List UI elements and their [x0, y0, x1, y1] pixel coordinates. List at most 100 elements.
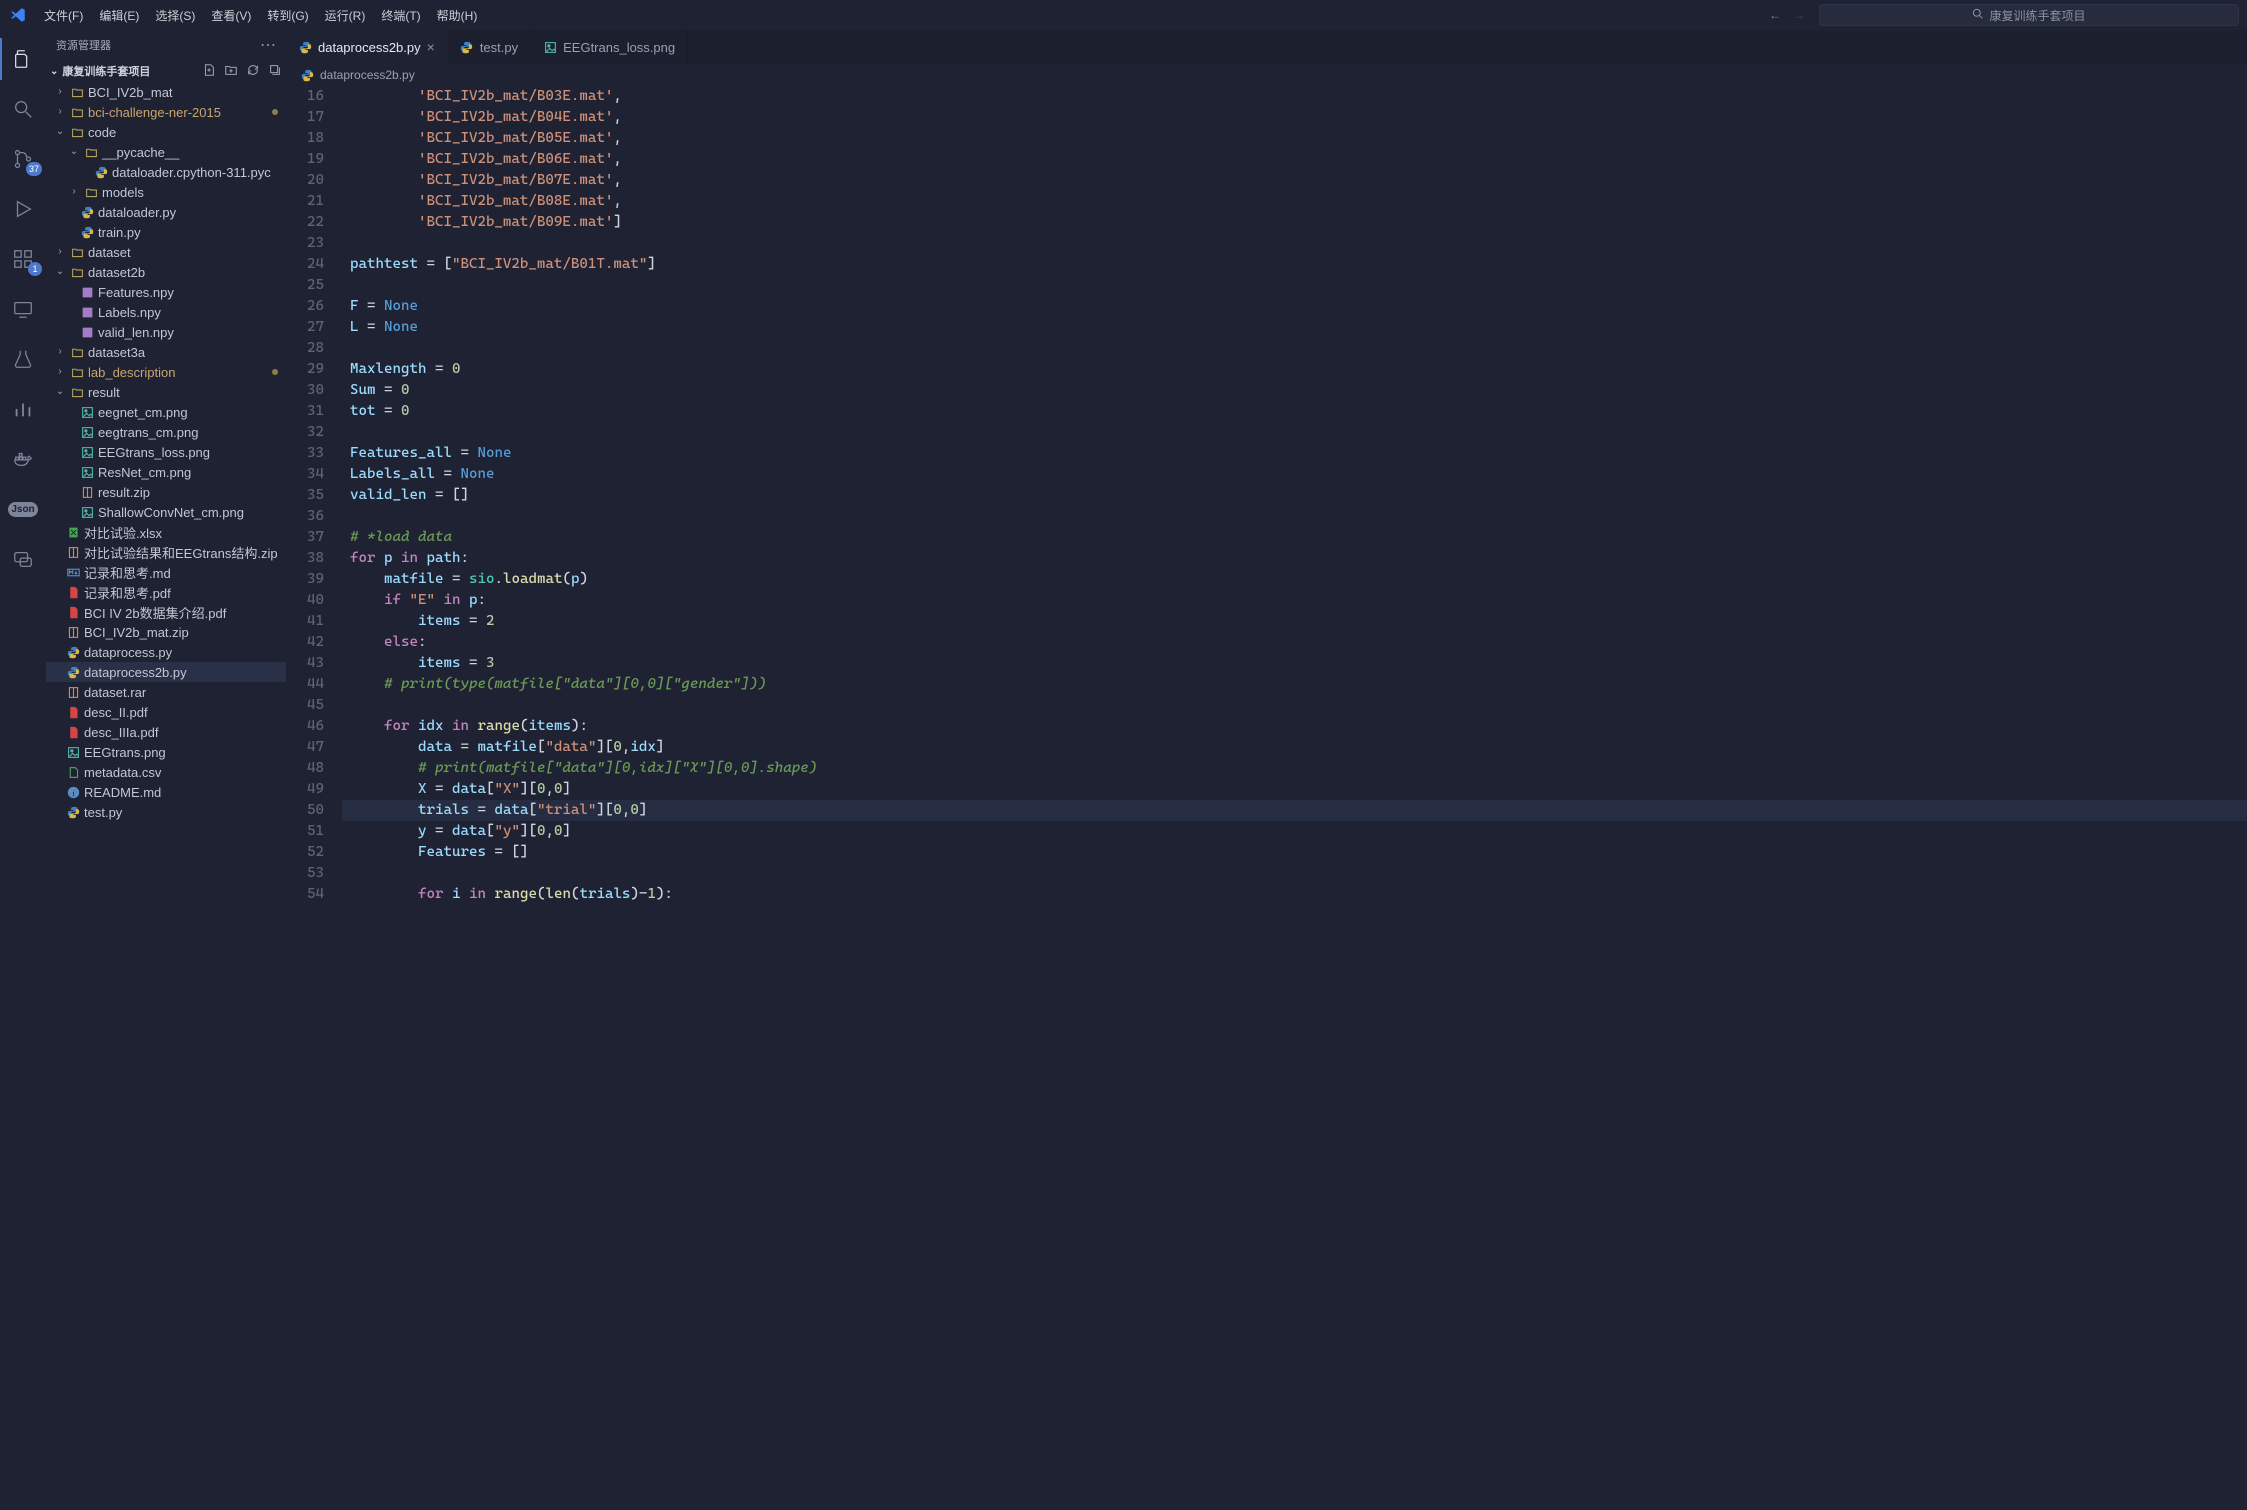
activity-json[interactable]: Json	[0, 488, 46, 530]
activity-testing[interactable]	[0, 338, 46, 380]
editor-tab[interactable]: test.py	[448, 30, 531, 64]
activity-graphs[interactable]	[0, 388, 46, 430]
folder-item[interactable]: ⌄dataset2b	[46, 262, 286, 282]
code-line[interactable]: 'BCI_IV2b_mat/B07E.mat',	[342, 170, 2247, 191]
file-item[interactable]: desc_IIIa.pdf	[46, 722, 286, 742]
file-item[interactable]: Features.npy	[46, 282, 286, 302]
file-item[interactable]: BCI_IV2b_mat.zip	[46, 622, 286, 642]
code-line[interactable]: Features = []	[342, 842, 2247, 863]
command-center[interactable]: 康复训练手套项目	[1819, 4, 2239, 26]
code-line[interactable]: else:	[342, 632, 2247, 653]
menu-item[interactable]: 查看(V)	[203, 3, 259, 28]
close-icon[interactable]: ×	[427, 39, 435, 55]
activity-run-debug[interactable]	[0, 188, 46, 230]
file-item[interactable]: dataprocess.py	[46, 642, 286, 662]
file-item[interactable]: train.py	[46, 222, 286, 242]
editor-tab[interactable]: dataprocess2b.py×	[286, 30, 448, 64]
menu-item[interactable]: 转到(G)	[259, 3, 316, 28]
file-item[interactable]: iREADME.md	[46, 782, 286, 802]
code-line[interactable]: data = matfile["data"][0,idx]	[342, 737, 2247, 758]
new-file-icon[interactable]	[202, 63, 216, 80]
file-item[interactable]: 记录和思考.md	[46, 562, 286, 582]
code-line[interactable]: 'BCI_IV2b_mat/B04E.mat',	[342, 107, 2247, 128]
file-item[interactable]: ShallowConvNet_cm.png	[46, 502, 286, 522]
folder-item[interactable]: ⌄__pycache__	[46, 142, 286, 162]
code-line[interactable]: # print(matfile["data"][0,idx]["X"][0,0]…	[342, 758, 2247, 779]
code-line[interactable]: Labels_all = None	[342, 464, 2247, 485]
code-content[interactable]: 'BCI_IV2b_mat/B03E.mat', 'BCI_IV2b_mat/B…	[342, 86, 2247, 1510]
nav-forward-icon[interactable]: →	[1793, 8, 1805, 22]
code-line[interactable]: for i in range(len(trials)-1):	[342, 884, 2247, 905]
menu-item[interactable]: 选择(S)	[147, 3, 203, 28]
file-item[interactable]: eegtrans_cm.png	[46, 422, 286, 442]
folder-item[interactable]: ›dataset	[46, 242, 286, 262]
code-line[interactable]	[342, 422, 2247, 443]
code-line[interactable]: tot = 0	[342, 401, 2247, 422]
activity-search[interactable]	[0, 88, 46, 130]
activity-source-control[interactable]: 37	[0, 138, 46, 180]
menu-item[interactable]: 文件(F)	[36, 3, 91, 28]
new-folder-icon[interactable]	[224, 63, 238, 80]
code-line[interactable]: y = data["y"][0,0]	[342, 821, 2247, 842]
folder-item[interactable]: ⌄result	[46, 382, 286, 402]
activity-remote[interactable]	[0, 288, 46, 330]
file-item[interactable]: 记录和思考.pdf	[46, 582, 286, 602]
code-line[interactable]	[342, 275, 2247, 296]
editor-tab[interactable]: EEGtrans_loss.png	[531, 30, 688, 64]
file-item[interactable]: result.zip	[46, 482, 286, 502]
file-item[interactable]: test.py	[46, 802, 286, 822]
code-line[interactable]: Sum = 0	[342, 380, 2247, 401]
file-item[interactable]: EEGtrans.png	[46, 742, 286, 762]
code-line[interactable]: 'BCI_IV2b_mat/B05E.mat',	[342, 128, 2247, 149]
code-line[interactable]: Maxlength = 0	[342, 359, 2247, 380]
activity-extensions[interactable]: 1	[0, 238, 46, 280]
code-line[interactable]: matfile = sio.loadmat(p)	[342, 569, 2247, 590]
breadcrumb[interactable]: dataprocess2b.py	[286, 64, 2247, 86]
code-line[interactable]: valid_len = []	[342, 485, 2247, 506]
code-line[interactable]: # *load data	[342, 527, 2247, 548]
file-item[interactable]: Labels.npy	[46, 302, 286, 322]
code-line[interactable]	[342, 506, 2247, 527]
menu-item[interactable]: 终端(T)	[373, 3, 428, 28]
file-item[interactable]: metadata.csv	[46, 762, 286, 782]
file-item[interactable]: 对比试验.xlsx	[46, 522, 286, 542]
folder-item[interactable]: ›BCI_IV2b_mat	[46, 82, 286, 102]
folder-item[interactable]: ›models	[46, 182, 286, 202]
menu-item[interactable]: 帮助(H)	[429, 3, 486, 28]
file-item[interactable]: 对比试验结果和EEGtrans结构.zip	[46, 542, 286, 562]
explorer-more-icon[interactable]: ⋯	[260, 35, 276, 55]
code-line[interactable]: Features_all = None	[342, 443, 2247, 464]
file-item[interactable]: dataprocess2b.py	[46, 662, 286, 682]
code-line[interactable]: 'BCI_IV2b_mat/B08E.mat',	[342, 191, 2247, 212]
folder-item[interactable]: ›dataset3a	[46, 342, 286, 362]
code-line[interactable]: F = None	[342, 296, 2247, 317]
code-line[interactable]: if "E" in p:	[342, 590, 2247, 611]
file-item[interactable]: dataloader.py	[46, 202, 286, 222]
code-line[interactable]: items = 3	[342, 653, 2247, 674]
collapse-all-icon[interactable]	[268, 63, 282, 80]
activity-docker[interactable]	[0, 438, 46, 480]
menu-item[interactable]: 运行(R)	[317, 3, 374, 28]
folder-item[interactable]: ›lab_description	[46, 362, 286, 382]
file-item[interactable]: desc_II.pdf	[46, 702, 286, 722]
file-item[interactable]: EEGtrans_loss.png	[46, 442, 286, 462]
file-item[interactable]: dataset.rar	[46, 682, 286, 702]
folder-item[interactable]: ⌄code	[46, 122, 286, 142]
file-item[interactable]: ResNet_cm.png	[46, 462, 286, 482]
code-line[interactable]	[342, 233, 2247, 254]
code-line[interactable]	[342, 863, 2247, 884]
activity-explorer[interactable]	[0, 38, 46, 80]
code-line[interactable]: # print(type(matfile["data"][0,0]["gende…	[342, 674, 2247, 695]
code-line[interactable]: 'BCI_IV2b_mat/B03E.mat',	[342, 86, 2247, 107]
code-line[interactable]	[342, 338, 2247, 359]
code-line[interactable]: L = None	[342, 317, 2247, 338]
menu-item[interactable]: 编辑(E)	[91, 3, 147, 28]
file-item[interactable]: BCI IV 2b数据集介绍.pdf	[46, 602, 286, 622]
code-line[interactable]: 'BCI_IV2b_mat/B09E.mat']	[342, 212, 2247, 233]
refresh-icon[interactable]	[246, 63, 260, 80]
folder-item[interactable]: ›bci-challenge-ner-2015	[46, 102, 286, 122]
file-item[interactable]: eegnet_cm.png	[46, 402, 286, 422]
activity-chat[interactable]	[0, 538, 46, 580]
code-line[interactable]: trials = data["trial"][0,0]	[342, 800, 2247, 821]
code-line[interactable]: pathtest = ["BCI_IV2b_mat/B01T.mat"]	[342, 254, 2247, 275]
